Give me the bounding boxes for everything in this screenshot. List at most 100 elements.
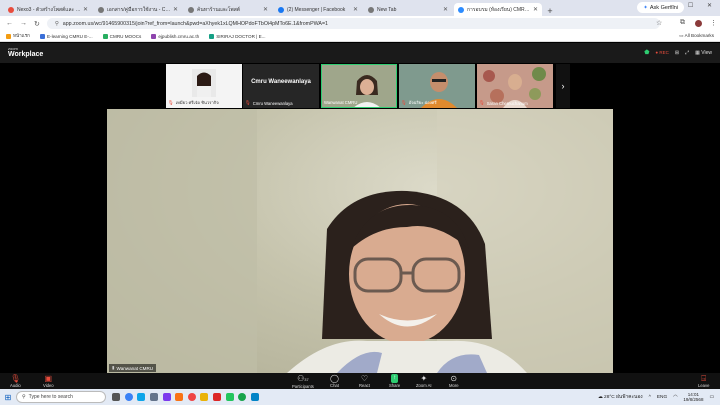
bookmark-icon <box>39 33 45 39</box>
shield-icon[interactable]: ⬟ <box>644 49 649 56</box>
more-button[interactable]: ⊙ More <box>449 374 459 388</box>
zoom-ai-button[interactable]: ✦ Zoom AI <box>416 374 432 388</box>
edge-icon[interactable] <box>124 393 133 401</box>
bookmark-item[interactable]: CMRU MOOCs <box>102 33 141 39</box>
system-tray: ☁ 28°C ฝนฟ้าคะนอง ^ ENG ◠ 14:01 19/8/2568… <box>598 389 714 405</box>
avatar[interactable] <box>695 20 702 27</box>
mic-muted-icon: 🎙 <box>401 99 407 105</box>
zoom-toolbar: 🎙 Audio ▣ Video ⚇37 Participants ◯ Chat ♡ Rea… <box>0 373 720 389</box>
site-info-icon[interactable]: ⚲ <box>55 21 59 27</box>
app-icon[interactable] <box>213 393 222 401</box>
url-input[interactable]: ⚲ app.zoom.us/wc/91465900315/join?ref_fro… <box>46 18 660 29</box>
browser-tab-bar: Nexo3 - ตัวสร้างโพสต์และ เขียนบล็อก...✕ … <box>0 0 720 16</box>
bookmark-item[interactable]: SIRIRAJ DOCTOR | E... <box>209 33 266 39</box>
mic-muted-icon: 🎙 <box>10 374 21 383</box>
heart-icon: ♡ <box>360 374 369 383</box>
bookmark-item[interactable]: E-learning CMRU E-... <box>39 33 93 39</box>
sparkle-icon: ✦ <box>420 374 428 383</box>
more-icon: ⊙ <box>450 374 458 383</box>
browser-tab[interactable]: เอกสาร/คู่มือการใช้งาน - Chrome...✕ <box>94 3 182 16</box>
wifi-icon[interactable]: ◠ <box>673 395 677 400</box>
app-icon[interactable] <box>200 393 209 401</box>
notification-icon[interactable]: ▭ <box>709 395 714 400</box>
app-icon[interactable] <box>175 393 184 401</box>
bookmark-icon <box>102 33 108 39</box>
app-icon[interactable] <box>150 393 159 401</box>
share-button[interactable]: ↑ Share <box>389 374 400 388</box>
zoom-header: zoom Workplace ⬟ ● REC ⊞ ⤢ ▦ View <box>0 43 720 63</box>
mic-muted-icon: 🎙 <box>245 100 251 105</box>
participants-button[interactable]: ⚇37 Participants <box>292 374 314 389</box>
main-speaker-video <box>107 109 613 373</box>
view-button[interactable]: ▦ View <box>695 50 712 56</box>
bookmark-item[interactable]: หน้าแรก <box>6 33 30 40</box>
windows-start-icon[interactable]: ⊞ <box>0 393 16 402</box>
participants-icon: ⚇37 <box>297 374 309 383</box>
taskbar-search-input[interactable]: ⚲ Type here to search <box>16 391 106 403</box>
chat-icon: ◯ <box>330 374 339 383</box>
facebook-icon <box>278 6 284 13</box>
weather-widget[interactable]: ☁ 28°C ฝนฟ้าคะนอง <box>598 393 643 401</box>
app-icon[interactable] <box>250 393 259 401</box>
bookmark-icon <box>151 33 157 39</box>
participant-tile[interactable]: Cmru Waneewanlaya 🎙 Cmru Waneewanlaya <box>243 64 319 108</box>
participant-tile[interactable]: 🎙 เหมียว ศรีเจ๋อ ชินวรากิจ <box>166 64 242 108</box>
leave-button[interactable]: ⍈ Leave <box>698 374 709 388</box>
main-speaker-label: ▮ Wanwanat CMRU <box>109 364 157 372</box>
tray-chevron-icon[interactable]: ^ <box>649 395 651 400</box>
next-page-chevron-icon[interactable]: › <box>556 64 570 108</box>
menu-icon[interactable]: ⋮ <box>710 19 717 27</box>
browser-tab[interactable]: Nexo3 - ตัวสร้างโพสต์และ เขียนบล็อก...✕ <box>4 3 92 16</box>
react-button[interactable]: ♡ React <box>359 374 370 388</box>
close-icon[interactable]: ✕ <box>263 6 268 13</box>
mic-muted-icon: 🎙 <box>479 100 485 105</box>
mic-muted-icon: 🎙 <box>168 99 174 105</box>
clock[interactable]: 14:01 19/8/2568 <box>683 392 703 403</box>
browser-tab[interactable]: (2) Messenger | Facebook ✕ <box>274 3 362 16</box>
fullscreen-icon[interactable]: ⤢ <box>685 50 689 56</box>
task-view-icon[interactable] <box>112 393 121 401</box>
chat-button[interactable]: ◯ Chat <box>330 374 339 388</box>
bookmark-icon <box>6 33 11 39</box>
close-icon[interactable]: ✕ <box>443 6 448 13</box>
participant-tile[interactable]: 🎙 Saran Chernuchanum <box>477 64 553 108</box>
bookmark-item[interactable]: ejpublish.cmru.ac.th <box>151 33 199 39</box>
video-button[interactable]: ▣ Video <box>43 374 54 388</box>
tab-favicon-icon <box>368 6 374 13</box>
star-icon[interactable]: ☆ <box>656 19 662 27</box>
participant-name: 🎙 อัจฉริยะ ผ่องศรี <box>401 99 437 106</box>
forward-icon[interactable]: → <box>20 20 27 27</box>
bookmarks-bar: หน้าแรก E-learning CMRU E-... CMRU MOOCs… <box>0 31 720 42</box>
browser-tab[interactable]: New Tab ✕ <box>364 3 452 16</box>
speaker-image <box>107 109 613 373</box>
back-icon[interactable]: ← <box>6 20 13 27</box>
participant-tile-title: Cmru Waneewanlaya <box>251 79 311 85</box>
close-icon[interactable]: ✕ <box>353 6 358 13</box>
app-icon[interactable] <box>137 393 146 401</box>
all-bookmarks-button[interactable]: ▭ All Bookmarks <box>679 33 714 39</box>
reload-icon[interactable]: ↻ <box>34 20 40 28</box>
language-indicator[interactable]: ENG <box>657 395 667 400</box>
participant-name: 🎙 Cmru Waneewanlaya <box>245 100 293 106</box>
close-icon[interactable]: ✕ <box>533 6 538 13</box>
leave-icon: ⍈ <box>701 374 707 383</box>
browser-tab-active[interactable]: การอบรม (ห้องเรียน) CMRU ... ✕ <box>454 3 542 16</box>
chrome-icon[interactable] <box>238 393 247 401</box>
new-tab-button[interactable]: + <box>544 6 556 16</box>
audio-button[interactable]: 🎙 Audio <box>10 374 21 388</box>
share-icon: ↑ <box>391 374 399 383</box>
app-icon[interactable] <box>162 393 171 401</box>
zoom-header-right: ⬟ ● REC ⊞ ⤢ ▦ View <box>644 49 712 57</box>
close-icon[interactable]: ✕ <box>173 6 178 13</box>
tab-favicon-icon <box>188 6 194 13</box>
participant-tile[interactable]: 🎙 อัจฉริยะ ผ่องศรี <box>399 64 475 108</box>
participant-tile-speaking[interactable]: Wanwanat CMRU <box>321 64 397 108</box>
browser-tab[interactable]: ค้นหาร้านและโพสต์ ✕ <box>184 3 272 16</box>
grid-icon[interactable]: ⊞ <box>675 50 679 56</box>
chrome-icon[interactable] <box>187 393 196 401</box>
extensions-icon[interactable]: ⧉ <box>680 19 685 27</box>
zoom-logo: zoom Workplace <box>8 46 44 59</box>
window-controls[interactable]: ─ ☐ ✕ <box>670 2 718 9</box>
line-icon[interactable] <box>225 393 234 401</box>
close-icon[interactable]: ✕ <box>83 6 88 13</box>
